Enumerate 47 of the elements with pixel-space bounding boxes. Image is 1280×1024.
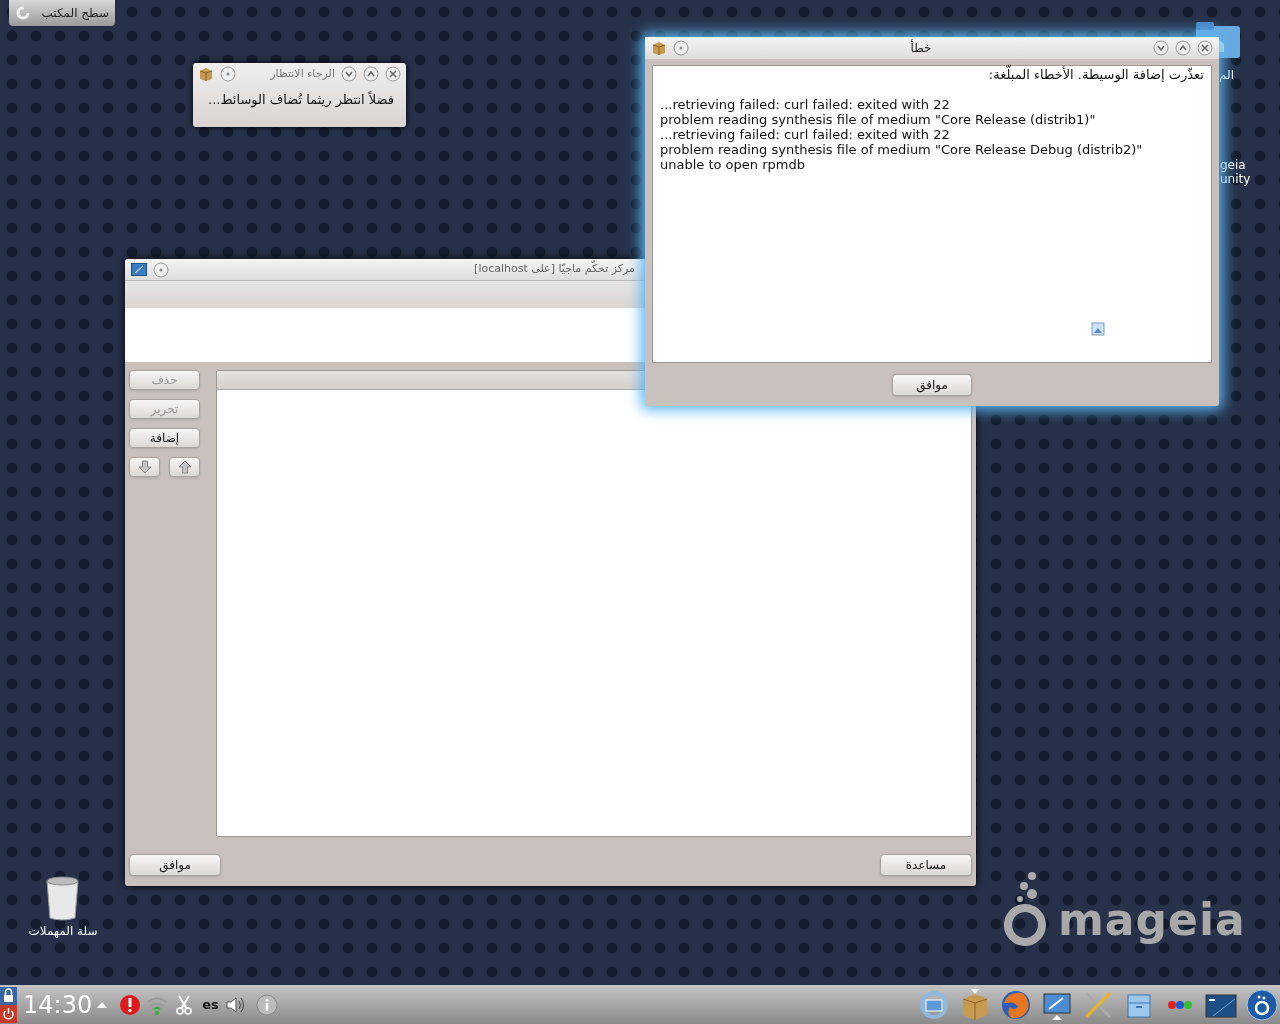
dialog-title: خطأ	[909, 39, 933, 57]
side-button[interactable]: إضافة	[129, 428, 200, 448]
window-title: مركز تحكّم ماجيّا [على localhost]	[473, 261, 636, 278]
keyboard-layout[interactable]: es	[202, 994, 219, 1015]
package-icon	[198, 66, 214, 82]
error-line: unable to open rpmdb	[660, 157, 806, 172]
error-line: ...retrieving failed: curl failed: exited with 22	[660, 127, 951, 142]
logo-text: mageia	[1058, 894, 1246, 946]
menu-icon[interactable]	[220, 66, 236, 82]
desktop-icon-label: الم	[1219, 67, 1234, 84]
error-line: problem reading synthesis file of medium "Core Release Debug (distrib2)"	[660, 142, 1144, 157]
show-desktop-button[interactable]: سطح المكتب	[9, 0, 115, 26]
dialog-message: فضلاً انتظر ريثما تُضاف الوسائط...	[207, 90, 395, 110]
refresh-icon	[15, 5, 31, 21]
up-arrow-icon	[177, 460, 192, 474]
desktop-icon-label: سلة المهملات	[27, 923, 99, 940]
close-icon[interactable]	[385, 66, 401, 82]
menu-icon[interactable]	[153, 261, 169, 278]
browser-icon[interactable]	[1000, 988, 1032, 1021]
footer-button[interactable]: موافق	[129, 854, 221, 876]
error-line: problem reading synthesis file of medium "Core Release (distrib1)"	[660, 112, 1097, 127]
package-icon	[651, 40, 667, 56]
maximize-icon[interactable]	[1175, 40, 1191, 56]
down-arrow-icon	[137, 460, 152, 474]
ok-button[interactable]: موافق	[892, 373, 972, 396]
volume-icon[interactable]	[224, 994, 245, 1015]
dialog-title: الرجاء الانتظار	[268, 65, 335, 82]
launcher-icon[interactable]	[1246, 988, 1278, 1021]
desktop-icon-label: unity	[1220, 172, 1251, 188]
image-icon	[1091, 322, 1105, 336]
expand-icon[interactable]	[97, 1000, 108, 1009]
monitor-icon	[131, 263, 147, 276]
maximize-icon[interactable]	[363, 66, 379, 82]
minimize-icon[interactable]	[1153, 40, 1169, 56]
scissors-icon[interactable]	[176, 994, 193, 1015]
lock-icon[interactable]	[0, 986, 17, 1005]
close-icon[interactable]	[1197, 40, 1213, 56]
warning-icon[interactable]	[119, 993, 142, 1016]
info-icon[interactable]	[255, 993, 278, 1016]
menu-icon[interactable]	[673, 40, 689, 56]
update-icon[interactable]	[918, 988, 950, 1021]
clock: 14:30	[23, 992, 93, 1017]
desktop-icon-label: geia	[1220, 157, 1246, 173]
trash-icon[interactable]	[44, 875, 81, 921]
footer-button[interactable]: مساعدة	[880, 854, 972, 876]
error-line: ...retrieving failed: curl failed: exited with 22	[660, 97, 951, 112]
minimize-icon[interactable]	[341, 66, 357, 82]
